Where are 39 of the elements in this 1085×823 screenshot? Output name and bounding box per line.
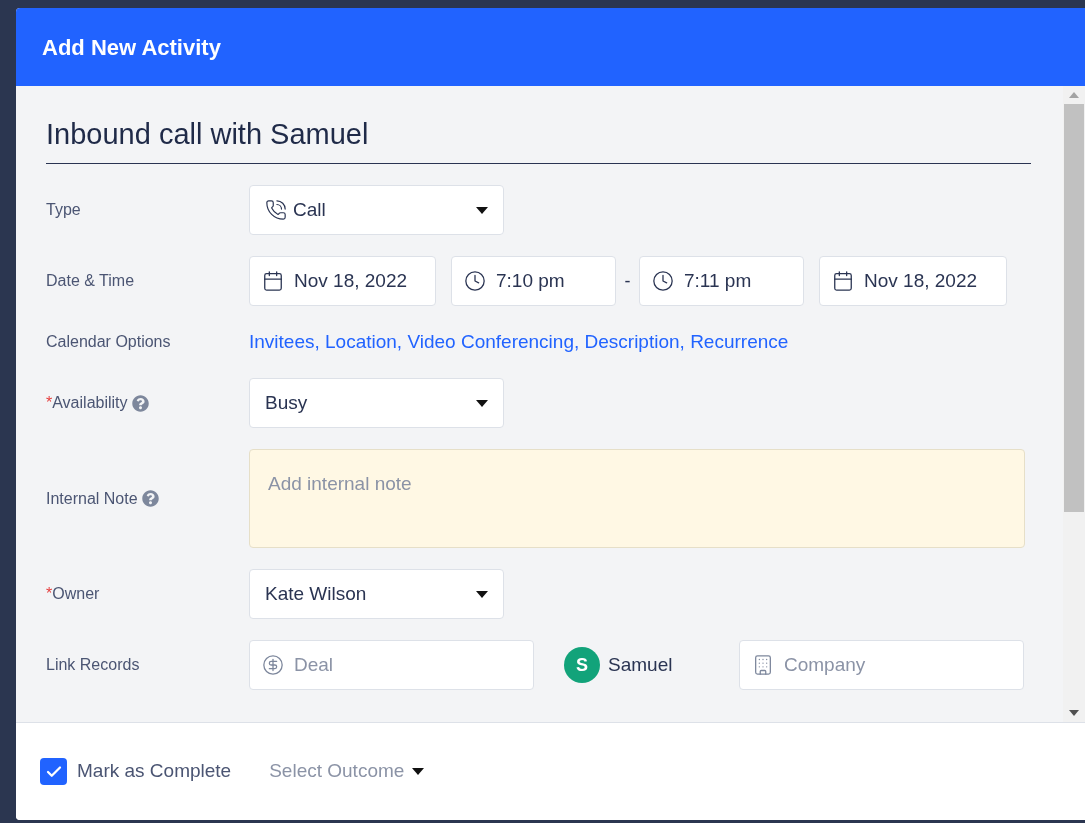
calendar-options-link[interactable]: Invitees, Location, Video Conferencing, Description, Recurrence — [249, 327, 789, 357]
subject-input[interactable]: Inbound call with Samuel — [46, 106, 1031, 164]
date-field[interactable]: Nov 18, 2022 — [819, 256, 1007, 306]
field-label: Date & Time — [46, 271, 135, 291]
dialog-title: Add New Activity — [42, 33, 221, 62]
clock-icon — [652, 270, 674, 292]
caret-icon — [412, 768, 425, 775]
internal-note-field[interactable]: Add internal note — [249, 449, 1025, 548]
contact-name[interactable]: Samuel — [608, 650, 673, 680]
help-icon[interactable] — [131, 394, 149, 412]
caret-icon — [476, 206, 488, 214]
clock-icon — [464, 270, 486, 292]
building-icon — [752, 654, 774, 676]
field-label: Calendar Options — [46, 332, 171, 352]
checkbox[interactable] — [40, 758, 67, 785]
time-field[interactable]: 7:11 pm — [639, 256, 804, 306]
dollar-icon — [262, 654, 284, 676]
scroll-up-arrow-icon[interactable] — [1069, 92, 1079, 98]
phone-icon — [265, 199, 287, 221]
field-label: Link Records — [46, 655, 140, 675]
scroll-down-arrow-icon[interactable] — [1069, 710, 1079, 716]
field-label: *Availability — [46, 393, 128, 413]
scrollbar[interactable] — [1063, 86, 1085, 722]
time-field[interactable]: 7:10 pm — [451, 256, 616, 306]
contact-avatar: S — [564, 647, 600, 683]
checkbox-label[interactable]: Mark as Complete — [77, 757, 232, 786]
select-dropdown[interactable]: Busy — [249, 378, 504, 428]
range-separator: - — [623, 269, 632, 293]
calendar-icon — [832, 270, 854, 292]
calendar-icon — [262, 270, 284, 292]
field-label: *Owner — [46, 584, 100, 604]
field-label: Internal Note — [46, 488, 138, 509]
caret-icon — [476, 590, 488, 598]
select-dropdown[interactable]: Call — [249, 185, 504, 235]
date-field[interactable]: Nov 18, 2022 — [249, 256, 436, 306]
help-icon[interactable] — [141, 490, 159, 507]
select-dropdown[interactable]: Kate Wilson — [249, 569, 504, 619]
caret-icon — [476, 399, 488, 407]
field-label: Type — [46, 200, 81, 220]
